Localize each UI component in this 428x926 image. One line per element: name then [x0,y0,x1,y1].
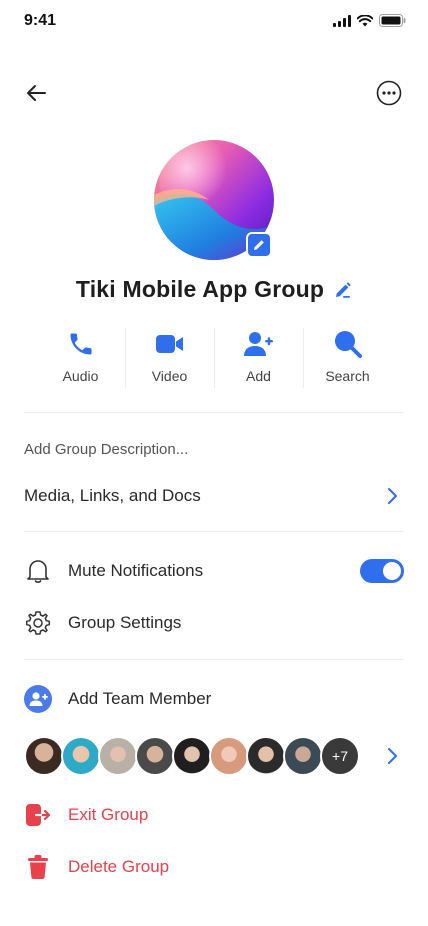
chevron-right-icon [388,488,397,504]
group-settings-row[interactable]: Group Settings [24,608,404,638]
add-person-circle-icon [24,685,52,713]
media-links-docs-label: Media, Links, and Docs [24,486,201,505]
edit-avatar-button[interactable] [246,232,272,258]
member-avatar [246,736,286,776]
member-avatar [172,736,212,776]
video-icon [155,335,183,353]
media-links-docs-row[interactable]: Media, Links, and Docs [24,484,404,508]
bell-icon [27,560,49,583]
member-avatars[interactable]: +7 [24,736,404,776]
exit-group-button[interactable]: Exit Group [24,800,404,830]
more-options-button[interactable] [374,78,404,108]
status-bar: 9:41 [0,0,428,44]
trash-icon [28,855,48,879]
group-avatar-container [154,140,274,260]
more-members-badge: +7 [320,736,360,776]
group-description-field[interactable]: Add Group Description... [24,438,404,460]
add-team-member-label: Add Team Member [68,689,212,708]
video-call-button[interactable]: Video [125,328,214,390]
exit-icon [26,804,51,826]
status-icons [333,14,406,27]
chevron-right-icon[interactable] [386,747,398,765]
search-action-button[interactable]: Search [303,328,392,390]
top-bar [0,74,428,110]
add-team-member-row[interactable]: Add Team Member [24,684,404,714]
add-member-action-button[interactable]: Add [214,328,303,390]
audio-label: Audio [62,368,99,384]
group-name-row: Tiki Mobile App Group [0,276,428,303]
member-avatar [98,736,138,776]
add-user-icon [243,332,273,356]
gear-icon [25,611,51,635]
more-horizontal-icon [376,80,402,106]
search-icon [334,331,362,358]
member-avatar [283,736,323,776]
member-avatar [24,736,64,776]
phone-icon [70,333,91,355]
arrow-left-icon [27,85,46,101]
member-avatar [61,736,101,776]
action-bar: Audio Video Add Search [36,328,392,390]
audio-call-button[interactable]: Audio [36,328,125,390]
mute-notifications-row: Mute Notifications [24,556,404,586]
group-description-placeholder: Add Group Description... [24,440,189,458]
status-time: 9:41 [24,12,57,29]
divider [24,531,404,532]
mute-notifications-toggle[interactable] [360,559,404,583]
pencil-icon [254,240,264,250]
add-label: Add [246,368,271,384]
group-settings-label: Group Settings [68,613,182,632]
delete-group-label: Delete Group [68,857,170,876]
mute-notifications-label: Mute Notifications [68,561,204,580]
battery-icon [379,14,406,27]
member-avatar [135,736,175,776]
member-avatar [209,736,249,776]
wifi-icon [357,14,373,26]
divider [24,412,404,413]
search-label: Search [325,368,370,384]
back-button[interactable] [22,78,52,108]
video-label: Video [151,368,188,384]
delete-group-button[interactable]: Delete Group [24,852,404,882]
signal-icon [333,14,351,27]
group-name: Tiki Mobile App Group [75,276,325,302]
edit-name-icon[interactable] [334,281,352,299]
divider [24,659,404,660]
exit-group-label: Exit Group [68,805,149,824]
